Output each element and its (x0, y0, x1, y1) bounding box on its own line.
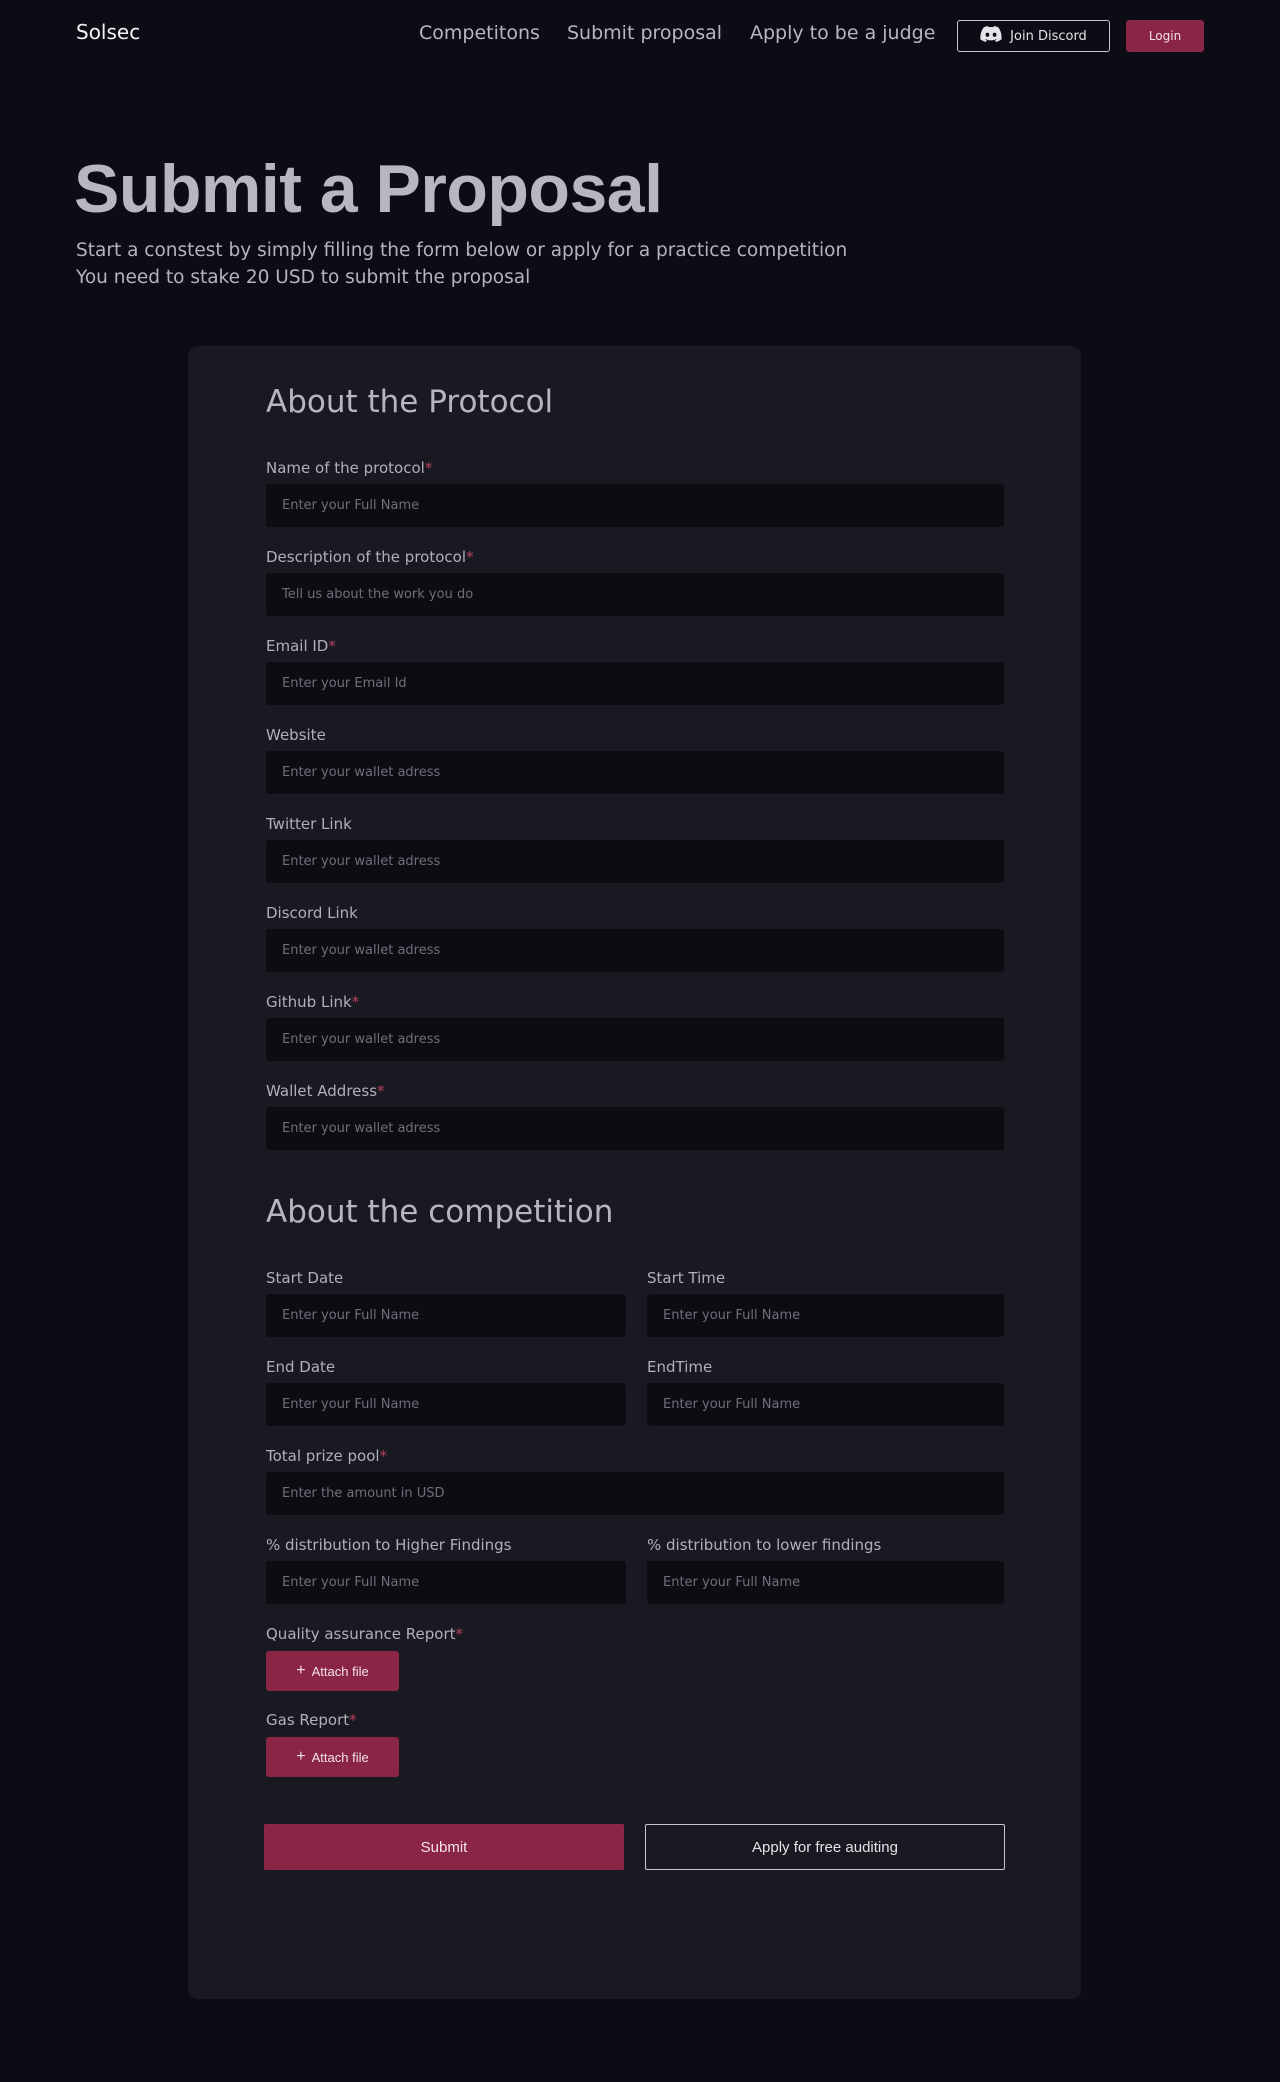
top-nav: Solsec Competitons Submit proposal Apply… (0, 0, 1280, 70)
twitter-input[interactable] (266, 840, 1004, 883)
proposal-form-card: About the Protocol Name of the protocol*… (188, 346, 1081, 1999)
section-title-competition: About the competition (266, 1194, 614, 1230)
prize-pool-label: Total prize pool* (266, 1447, 388, 1465)
page-subtitle: Start a constest by simply filling the f… (76, 237, 847, 291)
page-title: Submit a Proposal (74, 151, 663, 227)
wallet-address-input[interactable] (266, 1107, 1004, 1150)
end-time-input[interactable] (647, 1383, 1004, 1426)
logo[interactable]: Solsec (76, 20, 140, 44)
end-date-input[interactable] (266, 1383, 626, 1426)
gas-report-label: Gas Report* (266, 1711, 357, 1729)
plus-icon: + (296, 1662, 306, 1679)
nav-link-submit-proposal[interactable]: Submit proposal (567, 22, 722, 44)
section-title-protocol: About the Protocol (266, 384, 554, 420)
github-label: Github Link* (266, 993, 360, 1011)
email-input[interactable] (266, 662, 1004, 705)
subtitle-line-2: You need to stake 20 USD to submit the p… (76, 267, 531, 288)
website-input[interactable] (266, 751, 1004, 794)
start-time-input[interactable] (647, 1294, 1004, 1337)
lower-distribution-input[interactable] (647, 1561, 1004, 1604)
nav-link-apply-judge[interactable]: Apply to be a judge (750, 22, 935, 44)
protocol-description-label: Description of the protocol* (266, 548, 474, 566)
join-discord-button[interactable]: Join Discord (957, 20, 1110, 52)
lower-distribution-label: % distribution to lower findings (647, 1536, 882, 1554)
higher-distribution-label: % distribution to Higher Findings (266, 1536, 512, 1554)
wallet-address-label: Wallet Address* (266, 1082, 385, 1100)
start-date-label: Start Date (266, 1269, 344, 1287)
join-discord-label: Join Discord (1010, 28, 1087, 44)
login-button[interactable]: Login (1126, 20, 1204, 52)
github-input[interactable] (266, 1018, 1004, 1061)
subtitle-line-1: Start a constest by simply filling the f… (76, 240, 848, 261)
gas-report-attach-button[interactable]: + Attach file (266, 1737, 399, 1777)
end-date-label: End Date (266, 1358, 336, 1376)
submit-button[interactable]: Submit (264, 1824, 624, 1870)
twitter-label: Twitter Link (266, 815, 352, 833)
website-label: Website (266, 726, 326, 744)
protocol-name-input[interactable] (266, 484, 1004, 527)
plus-icon: + (296, 1748, 306, 1765)
prize-pool-input[interactable] (266, 1472, 1004, 1515)
nav-link-competitions[interactable]: Competitons (419, 22, 540, 44)
start-date-input[interactable] (266, 1294, 626, 1337)
attach-file-label: Attach file (311, 1749, 369, 1765)
attach-file-label: Attach file (311, 1663, 369, 1679)
apply-free-auditing-button[interactable]: Apply for free auditing (645, 1824, 1005, 1870)
discord-link-input[interactable] (266, 929, 1004, 972)
discord-icon (980, 26, 1002, 46)
protocol-description-input[interactable] (266, 573, 1004, 616)
qa-report-attach-button[interactable]: + Attach file (266, 1651, 399, 1691)
qa-report-label: Quality assurance Report* (266, 1625, 464, 1643)
email-label: Email ID* (266, 637, 336, 655)
higher-distribution-input[interactable] (266, 1561, 626, 1604)
start-time-label: Start Time (647, 1269, 726, 1287)
end-time-label: EndTime (647, 1358, 713, 1376)
discord-link-label: Discord Link (266, 904, 358, 922)
protocol-name-label: Name of the protocol* (266, 459, 433, 477)
